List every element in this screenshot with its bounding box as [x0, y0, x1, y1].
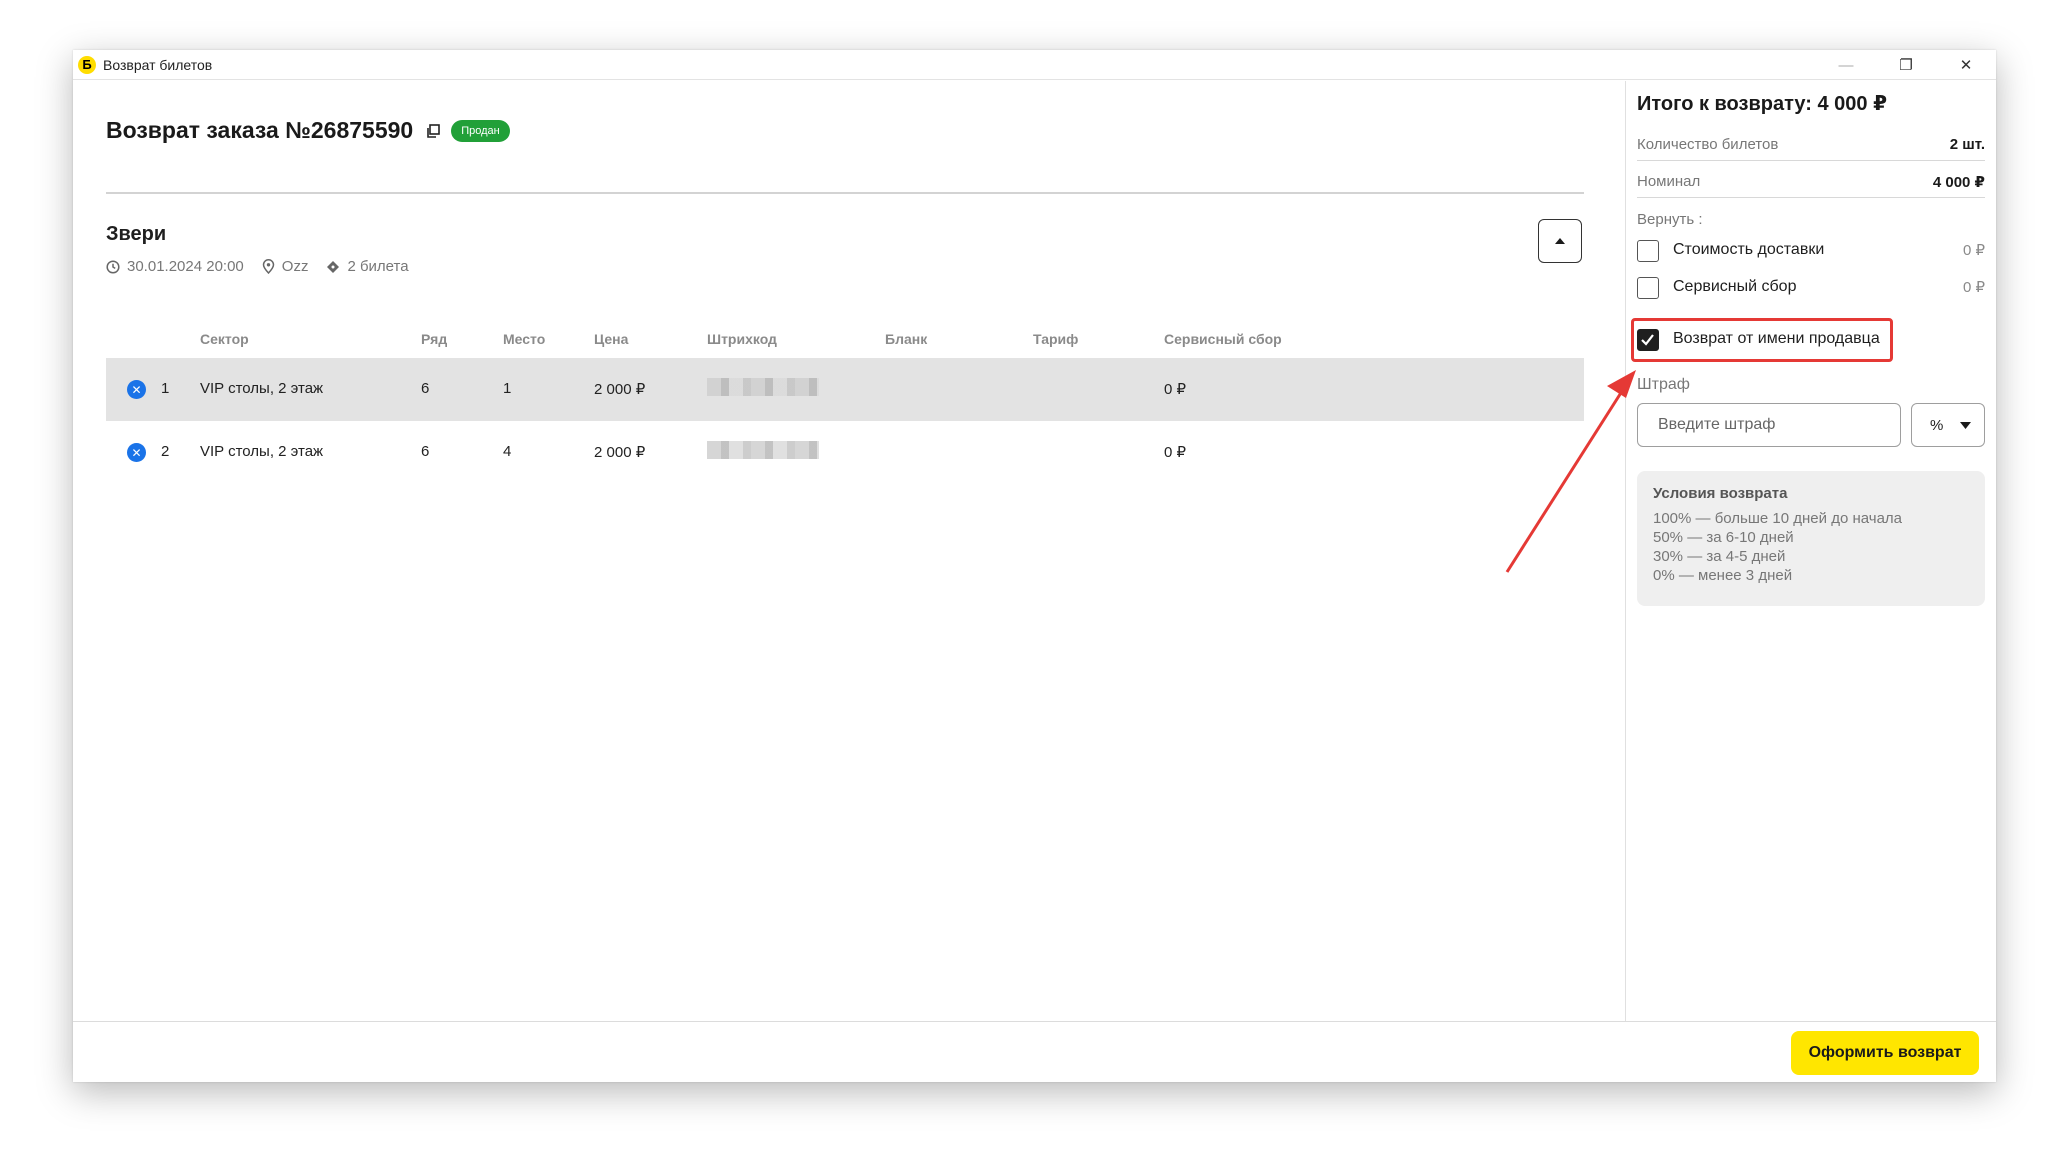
row-service-fee: 0 ₽	[1164, 444, 1187, 461]
event-venue-text: Ozz	[281, 258, 309, 275]
barcode-redacted	[707, 378, 819, 396]
row-price: 2 000 ₽	[594, 444, 646, 461]
refund-summary-panel: Итого к возврату: 4 000 ₽ Количество бил…	[1625, 81, 1996, 1021]
header-seat: Место	[503, 331, 546, 347]
header-divider	[106, 192, 1584, 194]
caret-up-icon	[1555, 238, 1565, 244]
ticket-icon	[327, 260, 340, 273]
row-price: 2 000 ₽	[594, 381, 646, 398]
event-venue: Ozz	[262, 258, 309, 275]
nominal-label: Номинал	[1637, 173, 1701, 190]
row-number: 2	[161, 443, 170, 460]
event-tickets-text: 2 билета	[347, 258, 409, 275]
remove-ticket-icon[interactable]: ✕	[127, 443, 146, 462]
event-tickets: 2 билета	[326, 258, 409, 275]
delivery-checkbox[interactable]	[1637, 240, 1659, 262]
app-logo-icon: Б	[78, 55, 96, 74]
bottom-bar: Оформить возврат	[73, 1021, 1996, 1082]
ticket-count-line: Количество билетов 2 шт.	[1637, 133, 1985, 161]
condition-line: 50% — за 6-10 дней	[1653, 529, 1794, 546]
order-title: Возврат заказа №26875590	[106, 117, 414, 143]
header-sector: Сектор	[200, 331, 249, 347]
event-datetime: 30.01.2024 20:00	[106, 258, 244, 275]
table-row[interactable]: ✕ 1 VIP столы, 2 этаж 6 1 2 000 ₽ 0 ₽	[106, 358, 1584, 421]
event-datetime-text: 30.01.2024 20:00	[127, 258, 244, 275]
copy-icon[interactable]	[425, 123, 441, 139]
delivery-value: 0 ₽	[1962, 242, 1985, 259]
event-meta: 30.01.2024 20:00 Ozz 2 билета	[106, 258, 427, 275]
row-sector: VIP столы, 2 этаж	[200, 443, 324, 460]
tickets-table: Сектор Ряд Место Цена Штрихкод Бланк Тар…	[106, 322, 1584, 484]
seller-return-checkbox[interactable]	[1637, 329, 1659, 351]
fine-label: Штраф	[1637, 376, 1690, 393]
row-row: 6	[421, 380, 430, 397]
submit-refund-button[interactable]: Оформить возврат	[1791, 1031, 1979, 1075]
caret-down-icon	[1960, 421, 1971, 429]
refund-conditions: Условия возврата 100% — больше 10 дней д…	[1637, 471, 1985, 606]
header-service-fee: Сервисный сбор	[1164, 331, 1282, 347]
service-fee-checkbox[interactable]	[1637, 277, 1659, 299]
ticket-count-value: 2 шт.	[1949, 136, 1985, 153]
checkmark-icon	[1641, 334, 1654, 346]
conditions-title: Условия возврата	[1653, 485, 1788, 502]
delivery-label: Стоимость доставки	[1673, 241, 1825, 258]
collapse-button[interactable]	[1538, 219, 1582, 263]
header-blank: Бланк	[885, 331, 928, 347]
main-content: Возврат заказа №26875590 Продан Звери 30…	[73, 81, 1625, 1021]
seller-return-checkbox-row[interactable]: Возврат от имени продавца	[1637, 328, 1985, 352]
event-name: Звери	[106, 223, 167, 245]
fine-unit-select[interactable]: %	[1911, 403, 1985, 447]
header-price: Цена	[594, 331, 629, 347]
status-badge: Продан	[451, 119, 510, 142]
refund-window: Б Возврат билетов — ❐ ✕ Возврат заказа №…	[73, 50, 1996, 1082]
row-row: 6	[421, 443, 430, 460]
clock-icon	[106, 259, 120, 274]
table-row[interactable]: ✕ 2 VIP столы, 2 этаж 6 4 2 000 ₽ 0 ₽	[106, 421, 1584, 484]
close-button[interactable]: ✕	[1936, 50, 1996, 80]
refund-total: Итого к возврату: 4 000 ₽	[1637, 93, 1887, 115]
window-title: Возврат билетов	[103, 56, 213, 73]
fine-unit-value: %	[1930, 416, 1944, 434]
barcode-redacted	[707, 441, 819, 459]
condition-line: 100% — больше 10 дней до начала	[1653, 510, 1903, 527]
service-fee-checkbox-row[interactable]: Сервисный сбор 0 ₽	[1637, 276, 1985, 300]
condition-line: 0% — менее 3 дней	[1653, 567, 1793, 584]
nominal-value: 4 000 ₽	[1932, 174, 1985, 191]
minimize-button[interactable]: —	[1816, 50, 1876, 80]
title-bar: Б Возврат билетов — ❐ ✕	[73, 50, 1996, 80]
row-service-fee: 0 ₽	[1164, 381, 1187, 398]
row-seat: 1	[503, 380, 512, 397]
service-fee-label: Сервисный сбор	[1673, 278, 1797, 295]
header-tariff: Тариф	[1033, 331, 1079, 347]
location-pin-icon	[262, 259, 275, 274]
row-number: 1	[161, 380, 170, 397]
seller-return-label: Возврат от имени продавца	[1673, 330, 1880, 347]
delivery-checkbox-row[interactable]: Стоимость доставки 0 ₽	[1637, 239, 1985, 263]
ticket-count-label: Количество билетов	[1637, 136, 1779, 153]
order-header: Возврат заказа №26875590 Продан	[106, 117, 510, 144]
condition-line: 30% — за 4-5 дней	[1653, 548, 1786, 565]
service-fee-value: 0 ₽	[1962, 279, 1985, 296]
restore-button[interactable]: ❐	[1876, 50, 1936, 80]
nominal-line: Номинал 4 000 ₽	[1637, 170, 1985, 198]
row-sector: VIP столы, 2 этаж	[200, 380, 324, 397]
fine-input[interactable]	[1637, 403, 1901, 447]
return-label: Вернуть :	[1637, 211, 1703, 228]
table-header: Сектор Ряд Место Цена Штрихкод Бланк Тар…	[106, 322, 1584, 358]
window-controls: — ❐ ✕	[1816, 50, 1996, 80]
header-barcode: Штрихкод	[707, 331, 777, 347]
remove-ticket-icon[interactable]: ✕	[127, 380, 146, 399]
header-row: Ряд	[421, 331, 448, 347]
row-seat: 4	[503, 443, 512, 460]
